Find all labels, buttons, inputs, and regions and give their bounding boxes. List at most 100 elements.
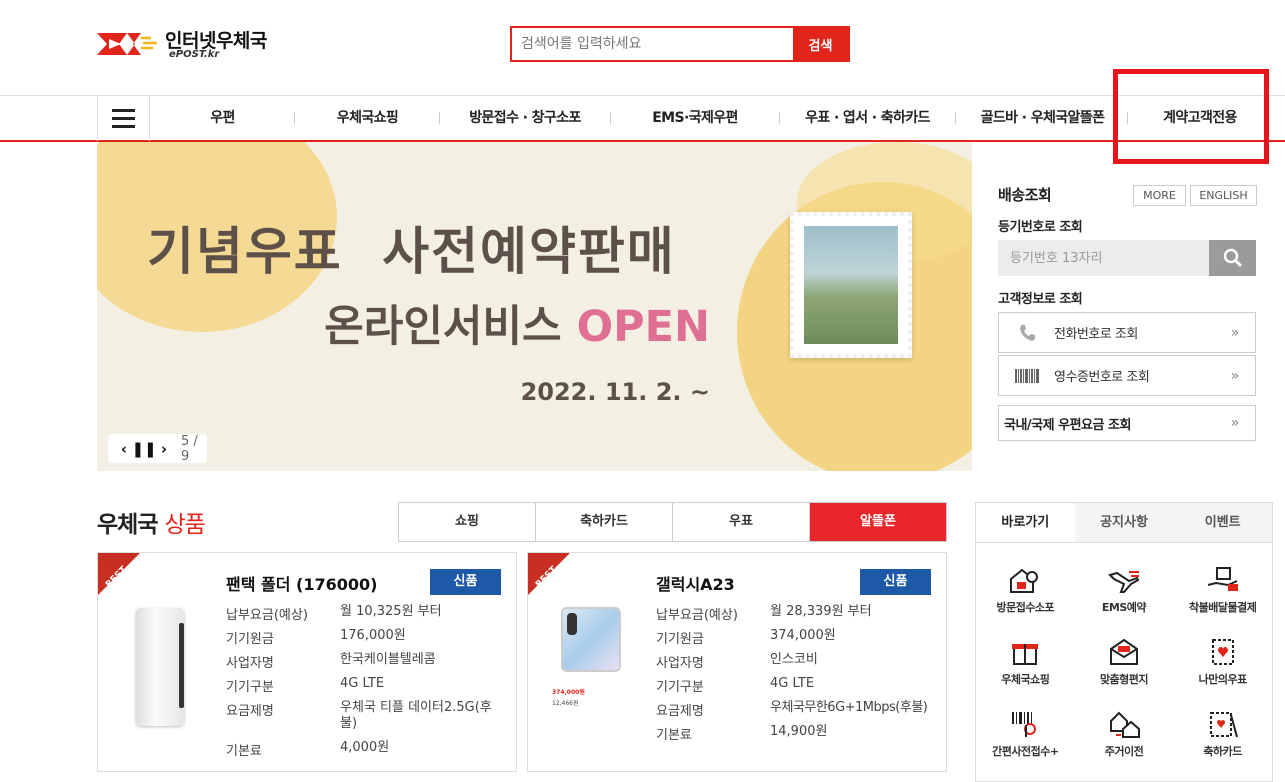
phone-lookup-button[interactable]: 전화번호로 조회 » [998, 312, 1256, 353]
plane-icon [1108, 571, 1140, 593]
arrow-icon: » [1230, 367, 1240, 384]
spec-value: 인스코비 [770, 652, 818, 667]
receipt-lookup-label: 영수증번호로 조회 [1054, 370, 1150, 385]
new-badge: 신품 [860, 569, 931, 595]
tab-events[interactable]: 이벤트 [1173, 503, 1273, 542]
banner-open-text: OPEN [576, 302, 710, 352]
search-icon [1223, 248, 1242, 268]
menu-icon[interactable] [97, 96, 150, 141]
product-image [136, 608, 184, 726]
hand-package-icon [1207, 567, 1238, 591]
quick-item-my-stamp[interactable]: 나만의우표 [1173, 637, 1272, 687]
next-icon[interactable]: › [156, 440, 172, 458]
tab-mvno[interactable]: 알뜰폰 [810, 503, 946, 541]
delivery-title: 배송조회 [998, 186, 1052, 204]
more-button[interactable]: MORE [1133, 185, 1186, 206]
english-button[interactable]: ENGLISH [1190, 185, 1257, 206]
product-image [561, 607, 621, 672]
nav-divider [610, 112, 611, 124]
spec-value: 176,000원 [340, 628, 406, 643]
barcode-hand-icon [1012, 712, 1037, 737]
quick-item-easy-prereg[interactable]: 간편사전접수+ [976, 709, 1075, 759]
product-card[interactable]: BEST 374,000원 12,466원 갤럭시A23 신품 납부요금(예상) … [527, 552, 947, 772]
tracking-input[interactable] [998, 240, 1209, 276]
tab-notices[interactable]: 공지사항 [1074, 503, 1174, 542]
quick-links-panel: 바로가기 공지사항 이벤트 방문접수소포 EMS예약 착불배달물결제 우체국쇼핑 [975, 502, 1273, 782]
quick-item-greeting-card[interactable]: 축하카드 [1173, 709, 1272, 759]
search-button[interactable]: 검색 [793, 28, 848, 60]
spec-label: 기기원금 [226, 632, 274, 647]
highlight-box [1113, 69, 1269, 164]
search-input[interactable] [512, 28, 793, 60]
spec-value: 374,000원 [770, 628, 836, 643]
spec-value: 우체국 티플 데이터2.5G(후불) [340, 700, 492, 731]
logo-icon [97, 33, 157, 55]
nav-item-visit-pickup[interactable]: 방문접수 · 창구소포 [450, 96, 600, 141]
banner-controls: ‹ ❚❚ › 5 / 9 [108, 434, 207, 464]
house-courier-icon [1010, 568, 1039, 593]
phone-lookup-label: 전화번호로 조회 [1054, 327, 1138, 342]
product-name[interactable]: 갤럭시A23 [656, 571, 735, 595]
barcode-icon [999, 368, 1054, 383]
product-card[interactable]: BEST 팬택 폴더 (176000) 신품 납부요금(예상) 월 10,325… [97, 552, 517, 772]
spec-label: 납부요금(예상) [656, 608, 738, 623]
tab-shortcuts[interactable]: 바로가기 [976, 503, 1075, 542]
epost-logo[interactable]: 인터넷우체국 ePOST.kr [97, 22, 297, 68]
stamp-illustration [790, 212, 912, 358]
quick-item-custom-letter[interactable]: 맞춤형편지 [1075, 637, 1174, 687]
nav-item-ems[interactable]: EMS·국제우편 [620, 96, 770, 141]
quick-item-cod-payment[interactable]: 착불배달물결제 [1173, 565, 1272, 615]
main-nav: 우편 우체국쇼핑 방문접수 · 창구소포 EMS·국제우편 우표 · 엽서 · … [0, 95, 1285, 142]
nav-item-postal[interactable]: 우편 [170, 96, 275, 141]
prev-icon[interactable]: ‹ [116, 440, 132, 458]
quick-tabs: 바로가기 공지사항 이벤트 [976, 503, 1273, 543]
spec-value: 4G LTE [340, 676, 385, 691]
banner-title: 기념우표 사전예약판매 [147, 223, 676, 282]
new-badge: 신품 [430, 569, 501, 595]
main-banner[interactable]: 기념우표 사전예약판매 온라인서비스 OPEN 2022. 11. 2. ~ ‹… [97, 142, 972, 471]
receipt-lookup-button[interactable]: 영수증번호로 조회 » [998, 355, 1256, 396]
quick-grid: 방문접수소포 EMS예약 착불배달물결제 우체국쇼핑 맞춤형편지 나만의우표 간… [976, 565, 1272, 759]
spec-label: 기본료 [656, 728, 692, 743]
quick-item-visit-parcel[interactable]: 방문접수소포 [976, 565, 1075, 615]
product-tabs: 쇼핑 축하카드 우표 알뜰폰 [398, 502, 947, 542]
spec-value: 우체국무한6G+1Mbps(후불) [770, 700, 928, 715]
search-bar: 검색 [510, 26, 850, 62]
spec-label: 기기원금 [656, 632, 704, 647]
spec-label: 기본료 [226, 744, 262, 759]
quick-item-ems[interactable]: EMS예약 [1075, 565, 1174, 615]
tab-stamps[interactable]: 우표 [673, 503, 810, 541]
product-name[interactable]: 팬택 폴더 (176000) [226, 571, 377, 595]
banner-date: 2022. 11. 2. ~ [520, 378, 710, 406]
spec-label: 납부요금(예상) [226, 608, 308, 623]
rate-lookup-label: 국내/국제 우편요금 조회 [1004, 417, 1131, 433]
nav-item-stamps[interactable]: 우표 · 엽서 · 축하카드 [790, 96, 945, 141]
pause-icon[interactable]: ❚❚ [131, 440, 156, 458]
stamp-heart-icon [1211, 639, 1234, 665]
nav-item-goldbar-phone[interactable]: 골드바 · 우체국알뜰폰 [965, 96, 1120, 141]
nav-divider [779, 112, 780, 124]
house-move-icon [1109, 711, 1140, 738]
spec-label: 기기구분 [226, 680, 274, 695]
product-price-tag: 374,000원 12,466원 [552, 689, 585, 707]
tab-shopping[interactable]: 쇼핑 [399, 503, 536, 541]
spec-label: 요금제명 [656, 704, 704, 719]
tracking-search-button[interactable] [1209, 240, 1256, 276]
spec-label: 사업자명 [226, 656, 274, 671]
spec-value: 4G LTE [770, 676, 815, 691]
card-icon [1209, 712, 1238, 738]
customer-label: 고객정보로 조회 [998, 292, 1083, 307]
spec-label: 사업자명 [656, 656, 704, 671]
nav-divider [294, 112, 295, 124]
arrow-icon: » [1230, 415, 1240, 431]
quick-item-shopping[interactable]: 우체국쇼핑 [976, 637, 1075, 687]
tab-cards[interactable]: 축하카드 [536, 503, 673, 541]
phone-icon [999, 323, 1054, 343]
spec-label: 기기구분 [656, 680, 704, 695]
spec-value: 14,900원 [770, 724, 828, 739]
spec-label: 요금제명 [226, 704, 274, 719]
tracking-search [998, 240, 1256, 276]
nav-item-shopping[interactable]: 우체국쇼핑 [310, 96, 425, 141]
quick-item-moving[interactable]: 주거이전 [1075, 709, 1174, 759]
rate-lookup-button[interactable]: 국내/국제 우편요금 조회 » [998, 405, 1256, 441]
